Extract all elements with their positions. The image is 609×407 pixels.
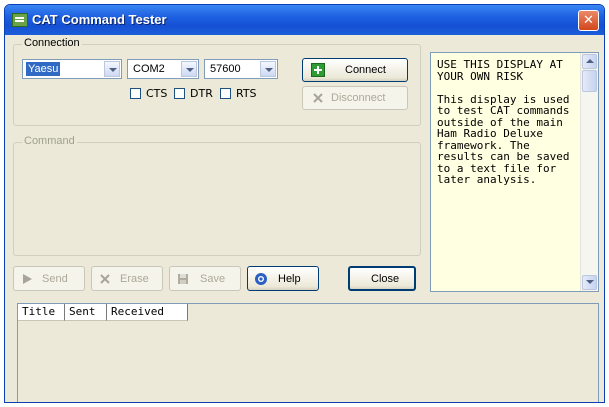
help-label: Help xyxy=(278,272,301,285)
close-label: Close xyxy=(371,272,400,285)
help-icon xyxy=(254,272,268,286)
info-scrollbar[interactable] xyxy=(580,53,598,291)
connect-label: Connect xyxy=(345,64,386,76)
scroll-thumb[interactable] xyxy=(582,70,597,92)
window-close-button[interactable]: ✕ xyxy=(578,10,599,31)
send-label: Send xyxy=(42,272,68,285)
cat-command-tester-window: CAT Command Tester ✕ Connection Yaesu CO… xyxy=(4,4,605,403)
checkbox-box[interactable] xyxy=(130,88,141,99)
radio-select-value: Yaesu xyxy=(26,62,61,76)
cts-label: CTS xyxy=(146,87,168,100)
column-header-sent[interactable]: Sent xyxy=(65,304,107,321)
chevron-down-icon[interactable] xyxy=(104,61,120,77)
rts-checkbox[interactable]: RTS xyxy=(220,86,262,102)
radio-select[interactable]: Yaesu xyxy=(22,59,122,79)
info-text: USE THIS DISPLAY AT YOUR OWN RISK This d… xyxy=(437,58,570,186)
erase-x-icon xyxy=(98,272,112,286)
rts-label: RTS xyxy=(236,87,257,100)
port-select-value: COM2 xyxy=(133,63,165,75)
erase-label: Erase xyxy=(120,272,149,285)
column-header-received[interactable]: Received xyxy=(107,304,188,321)
chevron-down-icon[interactable] xyxy=(260,61,276,77)
plus-icon xyxy=(311,63,325,77)
title-bar[interactable]: CAT Command Tester ✕ xyxy=(5,5,604,35)
connection-group: Connection Yaesu COM2 57600 CTS DTR RTS xyxy=(13,37,421,126)
checkbox-box[interactable] xyxy=(220,88,231,99)
results-header: Title Sent Received xyxy=(18,304,188,321)
checkbox-box[interactable] xyxy=(174,88,185,99)
window-title: CAT Command Tester xyxy=(32,12,167,27)
disconnect-button[interactable]: Disconnect xyxy=(302,86,408,110)
save-label: Save xyxy=(200,272,226,285)
disconnect-x-icon xyxy=(311,91,325,105)
port-select[interactable]: COM2 xyxy=(127,59,199,79)
results-list[interactable]: Title Sent Received xyxy=(17,303,599,402)
cts-checkbox[interactable]: CTS xyxy=(130,86,170,102)
baud-select[interactable]: 57600 xyxy=(204,59,278,79)
baud-select-value: 57600 xyxy=(210,63,241,75)
save-button[interactable]: Save xyxy=(169,266,241,291)
dtr-checkbox[interactable]: DTR xyxy=(174,86,216,102)
command-group: Command xyxy=(13,135,421,256)
connect-button[interactable]: Connect xyxy=(302,58,408,82)
close-button[interactable]: Close xyxy=(348,266,416,291)
scroll-down-icon[interactable] xyxy=(582,275,597,290)
send-arrow-icon xyxy=(20,272,34,286)
app-icon xyxy=(12,13,28,27)
erase-button[interactable]: Erase xyxy=(91,266,163,291)
disconnect-label: Disconnect xyxy=(331,92,386,104)
connection-legend: Connection xyxy=(22,37,82,49)
scroll-up-icon[interactable] xyxy=(582,54,597,69)
command-legend: Command xyxy=(22,135,77,147)
dtr-label: DTR xyxy=(190,87,213,100)
save-disk-icon xyxy=(176,272,190,286)
info-panel[interactable]: USE THIS DISPLAY AT YOUR OWN RISK This d… xyxy=(430,52,599,292)
column-header-title[interactable]: Title xyxy=(18,304,65,321)
chevron-down-icon[interactable] xyxy=(181,61,197,77)
help-button[interactable]: Help xyxy=(247,266,319,291)
send-button[interactable]: Send xyxy=(13,266,85,291)
